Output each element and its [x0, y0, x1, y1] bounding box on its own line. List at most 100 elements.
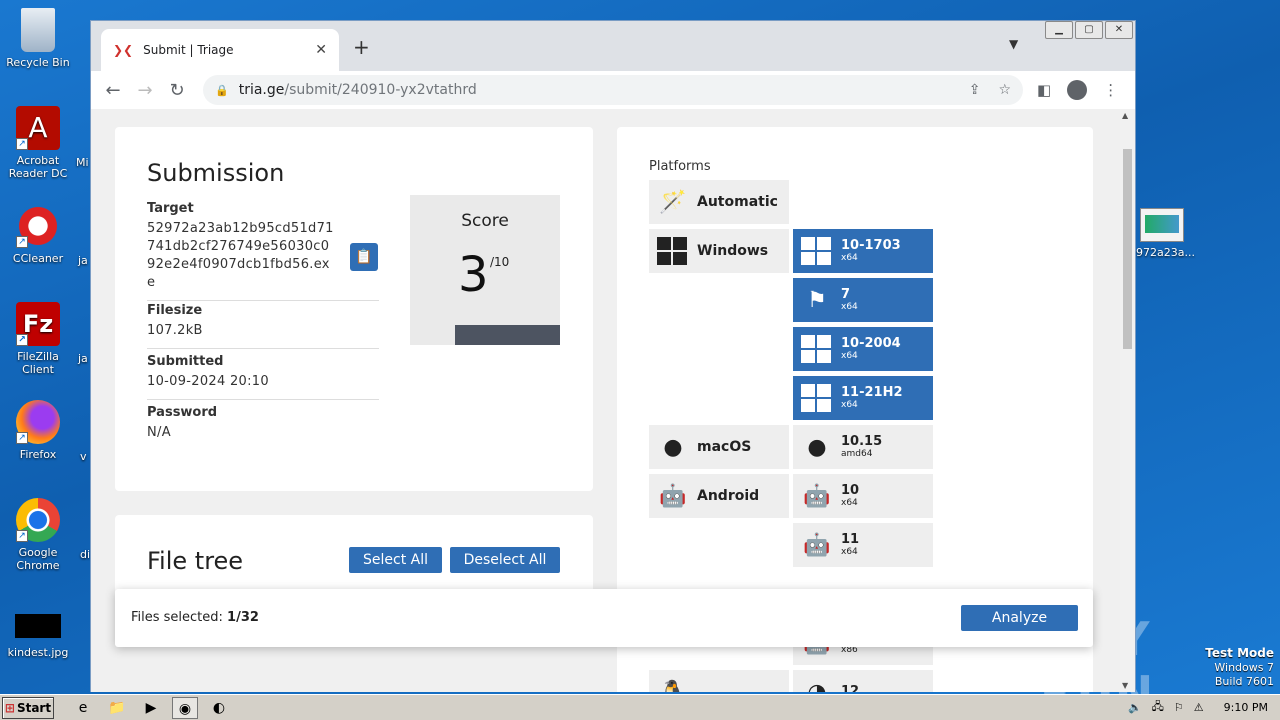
browser-toolbar: ← → ↻ 🔒 tria.ge/submit/240910-yx2vtathrd… — [91, 71, 1135, 109]
back-icon[interactable]: ← — [97, 80, 129, 101]
version-arch: amd64 — [841, 449, 873, 459]
files-selected-label: Files selected: — [131, 610, 228, 625]
forward-icon[interactable]: → — [129, 80, 161, 101]
analyze-button[interactable]: Analyze — [961, 605, 1078, 631]
desktop-icon-firefox[interactable]: ↗ Firefox — [0, 400, 76, 461]
version-macos-10-15[interactable]: ● 10.15 amd64 — [793, 425, 933, 469]
version-android-11[interactable]: 🤖 11 x64 — [793, 523, 933, 567]
minimize-icon[interactable]: ▁ — [1045, 21, 1073, 39]
os-name: Windows — [697, 243, 769, 259]
desktop-icon-acrobat[interactable]: A ↗ Acrobat Reader DC — [0, 106, 76, 180]
select-all-button[interactable]: Select All — [349, 547, 442, 573]
android-icon: 🤖 — [803, 483, 831, 509]
submitted-field: Submitted 10-09-2024 20:10 — [147, 354, 379, 400]
filesize-value: 107.2kB — [147, 323, 203, 338]
desktop-icon-chrome[interactable]: ↗ Google Chrome — [0, 498, 76, 572]
desktop-icon-label: Google Chrome — [16, 546, 60, 572]
ie-taskbar-icon[interactable]: e — [70, 697, 96, 719]
windows-icon — [801, 237, 831, 265]
files-selected-text: Files selected: 1/32 — [131, 610, 259, 625]
tab-strip: ❯❮ Submit | Triage ✕ + ▼ ▁ ▢ ✕ — [91, 21, 1135, 71]
submitted-label: Submitted — [147, 354, 224, 369]
version-arch: x64 — [841, 302, 858, 312]
version-name: 7 — [841, 287, 851, 302]
version-linux-12[interactable]: ◔ 12 — [793, 670, 933, 692]
android-icon: 🤖 — [659, 483, 687, 509]
windows-icon — [801, 384, 831, 412]
version-windows-10-1703[interactable]: 10-1703 x64 — [793, 229, 933, 273]
chrome-taskbar-icon[interactable]: ◉ — [172, 696, 198, 719]
version-name: 10 — [841, 483, 860, 498]
desktop-icon-kindest[interactable]: kindest.jpg — [0, 614, 76, 659]
bookmark-star-icon[interactable]: ☆ — [998, 82, 1011, 98]
maximize-icon[interactable]: ▢ — [1075, 21, 1103, 39]
version-name: 10.15 — [841, 434, 883, 449]
side-panel-icon[interactable]: ◧ — [1037, 81, 1051, 99]
network-icon[interactable]: 🖧 — [1152, 698, 1164, 717]
password-field: Password N/A — [147, 405, 379, 450]
desktop-partial-label: ja — [78, 254, 88, 267]
desktop-icon-filezilla[interactable]: Fz ↗ FileZilla Client — [0, 302, 76, 376]
test-mode-notice: Test Mode Windows 7 Build 7601 — [1205, 646, 1274, 689]
tab-search-chevron-icon[interactable]: ▼ — [1009, 37, 1018, 51]
os-option-automatic[interactable]: 🪄 Automatic — [649, 180, 789, 224]
score-label: Score — [461, 211, 509, 231]
security-icon[interactable]: ⚠ — [1194, 701, 1204, 714]
page-scrollbar[interactable]: ▲ ▼ — [1120, 109, 1135, 692]
os-option-linux[interactable]: 🐧 — [649, 670, 789, 692]
version-arch: x64 — [841, 547, 858, 557]
flag-icon[interactable]: ⚐ — [1174, 701, 1184, 714]
close-window-icon[interactable]: ✕ — [1105, 21, 1133, 39]
os-option-android[interactable]: 🤖 Android — [649, 474, 789, 518]
os-option-windows[interactable]: Windows — [649, 229, 789, 273]
password-value: N/A — [147, 425, 171, 440]
scroll-up-icon[interactable]: ▲ — [1122, 111, 1128, 120]
image-file-icon — [15, 614, 61, 638]
desktop-partial-label: di — [80, 548, 91, 561]
browser-menu-icon[interactable]: ⋮ — [1103, 81, 1118, 99]
filesize-label: Filesize — [147, 303, 203, 318]
version-windows-10-2004[interactable]: 10-2004 x64 — [793, 327, 933, 371]
score-box: Score 3 /10 — [410, 195, 560, 345]
version-windows-7[interactable]: ⚑ 7 x64 — [793, 278, 933, 322]
tab-triage-submit[interactable]: ❯❮ Submit | Triage ✕ — [101, 29, 339, 71]
desktop-icon-ccleaner[interactable]: ↗ CCleaner — [0, 204, 76, 265]
os-name: Android — [697, 488, 760, 504]
target-label: Target — [147, 201, 194, 216]
clock[interactable]: 9:10 PM — [1224, 701, 1268, 714]
scrollbar-thumb[interactable] — [1123, 149, 1132, 349]
windows-icon — [801, 335, 831, 363]
deselect-all-button[interactable]: Deselect All — [450, 547, 560, 573]
version-windows-11-21h2[interactable]: 11-21H2 x64 — [793, 376, 933, 420]
url-path: /submit/240910-yx2vtathrd — [284, 82, 477, 98]
os-option-macos[interactable]: ● macOS — [649, 425, 789, 469]
scroll-down-icon[interactable]: ▼ — [1122, 681, 1128, 690]
chrome-icon: ↗ — [16, 498, 60, 542]
start-button[interactable]: ⊞ Start — [2, 696, 54, 719]
browser-window: ❯❮ Submit | Triage ✕ + ▼ ▁ ▢ ✕ ← → ↻ 🔒 t… — [90, 20, 1136, 692]
media-player-taskbar-icon[interactable]: ▶ — [138, 697, 164, 719]
version-name: 11 — [841, 532, 860, 547]
lock-icon: 🔒 — [215, 83, 229, 97]
desktop-partial-label: ja — [78, 352, 88, 365]
tab-close-icon[interactable]: ✕ — [315, 42, 327, 58]
executable-file-icon — [1140, 208, 1184, 242]
desktop-icon-label: Firefox — [19, 448, 57, 461]
submission-card: Submission Target 52972a23ab12b95cd51d71… — [115, 127, 593, 491]
share-icon[interactable]: ⇪ — [969, 82, 981, 98]
copy-clipboard-button[interactable]: 📋 — [350, 243, 378, 271]
score-value: 3 — [458, 247, 489, 303]
address-bar[interactable]: 🔒 tria.ge/submit/240910-yx2vtathrd ⇪ ☆ — [203, 75, 1023, 105]
profile-avatar-icon[interactable] — [1067, 80, 1088, 100]
new-tab-icon[interactable]: + — [353, 35, 370, 59]
reload-icon[interactable]: ↻ — [161, 80, 193, 101]
apple-icon: ● — [663, 434, 683, 460]
desktop-icon-recycle-bin[interactable]: Recycle Bin — [0, 8, 76, 69]
version-android-10[interactable]: 🤖 10 x64 — [793, 474, 933, 518]
score-max: /10 — [490, 255, 510, 269]
explorer-taskbar-icon[interactable]: 📁 — [104, 697, 130, 719]
volume-icon[interactable]: 🔈 — [1128, 701, 1142, 714]
selection-bar: Files selected: 1/32 Analyze — [115, 589, 1093, 647]
edge-taskbar-icon[interactable]: ◐ — [206, 697, 232, 719]
desktop-icon-label: Acrobat Reader DC — [8, 154, 68, 180]
